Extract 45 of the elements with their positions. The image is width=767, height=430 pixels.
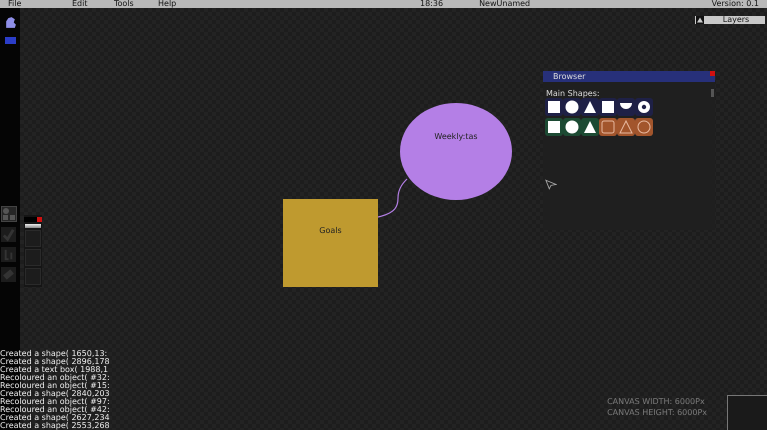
document-name: NewUnamed bbox=[479, 0, 530, 8]
log-line: Created a shape( 2840,203 bbox=[0, 390, 110, 398]
shape-button[interactable] bbox=[545, 118, 563, 136]
log-line: Created a shape( 2553,268 bbox=[0, 422, 110, 430]
log-line: Recoloured an object( #15: bbox=[0, 382, 110, 390]
shape-button[interactable] bbox=[635, 98, 653, 116]
log-line: Recoloured an object( #42: bbox=[0, 406, 110, 414]
section-label: Main Shapes: bbox=[546, 89, 600, 98]
shape-button[interactable] bbox=[617, 98, 635, 116]
square-node[interactable]: Goals bbox=[283, 199, 378, 287]
canvas-size-text: CANVAS WIDTH: 6000Px bbox=[607, 396, 706, 407]
node-label: Goals bbox=[319, 226, 342, 235]
ellipse-node[interactable]: Weekly:tas bbox=[400, 103, 512, 200]
menu-item[interactable]: Tools bbox=[114, 0, 146, 8]
shape-button[interactable] bbox=[635, 118, 653, 136]
shape-button[interactable] bbox=[617, 118, 635, 136]
log-line: Recoloured an object( #97: bbox=[0, 398, 110, 406]
triangle-icon bbox=[696, 16, 704, 24]
shape-button[interactable] bbox=[581, 118, 599, 136]
shape-button[interactable] bbox=[545, 98, 563, 116]
check-icon[interactable] bbox=[1, 227, 16, 242]
shape-button[interactable] bbox=[563, 98, 581, 116]
log-line: Created a shape( 2627,234 bbox=[0, 414, 110, 422]
color-swatch[interactable] bbox=[4, 37, 16, 44]
panel-title: Browser bbox=[543, 71, 715, 82]
log-line: Created a shape( 2896,178 bbox=[0, 358, 110, 366]
version-text: Version: 0.1 bbox=[712, 0, 759, 8]
canvas-size-text: CANVAS HEIGHT: 6000Px bbox=[607, 407, 707, 418]
menu-item[interactable]: Edit bbox=[72, 0, 104, 8]
slider-bar[interactable] bbox=[25, 224, 41, 228]
log-line: Recoloured an object( #32: bbox=[0, 374, 110, 382]
clock-text: 18:36 bbox=[420, 0, 444, 8]
log-line: Created a shape( 1650,13: bbox=[0, 350, 108, 358]
menu-item[interactable]: File bbox=[8, 0, 40, 8]
layers-button[interactable]: Layers bbox=[695, 16, 765, 24]
shape-button[interactable] bbox=[599, 118, 617, 136]
connector-line bbox=[378, 178, 408, 218]
cursor-icon bbox=[545, 179, 557, 190]
menu-item[interactable]: Help bbox=[158, 0, 190, 8]
log-line: Created a text box( 1988,1 bbox=[0, 366, 110, 374]
shape-button[interactable] bbox=[599, 98, 617, 116]
shape-button[interactable] bbox=[581, 98, 599, 116]
scrollbar[interactable] bbox=[711, 89, 714, 97]
node-label: Weekly:tas bbox=[434, 132, 478, 141]
shape-button[interactable] bbox=[563, 118, 581, 136]
